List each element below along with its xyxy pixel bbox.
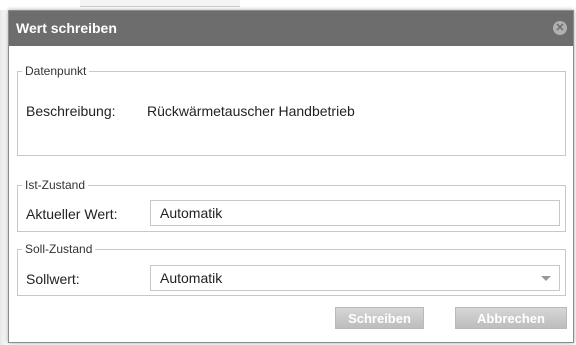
datenpunkt-legend: Datenpunkt xyxy=(25,64,87,78)
setpoint-select[interactable]: Automatik xyxy=(150,265,560,291)
soll-zustand-legend: Soll-Zustand xyxy=(25,242,93,256)
dialog-titlebar[interactable]: Wert schreiben ✕ xyxy=(9,11,573,46)
background-tab-strip xyxy=(80,0,240,7)
close-icon[interactable]: ✕ xyxy=(553,21,567,35)
setpoint-selected-value: Automatik xyxy=(160,270,223,286)
current-value-field: Automatik xyxy=(150,200,560,226)
current-value-label: Aktueller Wert: xyxy=(26,206,118,222)
dialog-shadow xyxy=(0,10,8,345)
dialog-body: Datenpunkt Beschreibung: Rückwärmetausch… xyxy=(9,46,573,342)
setpoint-label: Sollwert: xyxy=(26,271,80,287)
write-button[interactable]: Schreiben xyxy=(335,307,424,329)
description-value: Rückwärmetauscher Handbetrieb xyxy=(147,103,355,119)
chevron-down-icon xyxy=(541,276,551,281)
description-label: Beschreibung: xyxy=(26,103,116,119)
ist-zustand-legend: Ist-Zustand xyxy=(25,178,86,192)
write-value-dialog: Wert schreiben ✕ Datenpunkt Beschreibung… xyxy=(8,10,574,343)
cancel-button[interactable]: Abbrechen xyxy=(455,307,567,329)
dialog-title: Wert schreiben xyxy=(16,20,117,36)
